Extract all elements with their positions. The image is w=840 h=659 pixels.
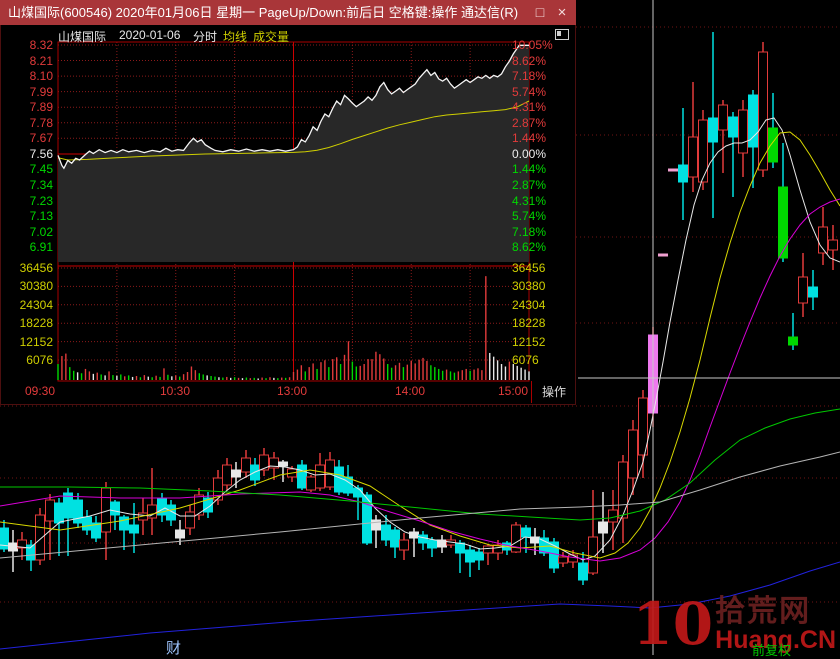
chart-date: 2020-01-06 <box>119 28 180 42</box>
stock-name: 山煤国际 <box>58 28 106 45</box>
percent-axis-label: 1.44% <box>508 163 576 175</box>
window-titlebar[interactable]: 山煤国际(600546) 2020年01月06日 星期一 PageUp/Down… <box>0 0 576 25</box>
tab-fenshi[interactable]: 分时 <box>193 28 217 45</box>
percent-axis-label: 5.74% <box>508 210 576 222</box>
percent-axis-label: 8.62% <box>508 241 576 253</box>
percent-axis-label: 7.18% <box>508 226 576 238</box>
volume-axis-label: 30380 <box>508 280 576 292</box>
price-axis-label: 7.78 <box>3 117 53 129</box>
price-axis-label: 7.89 <box>3 101 53 113</box>
close-button[interactable]: × <box>552 0 572 25</box>
minimize-button[interactable]: □ <box>530 0 550 25</box>
percent-axis-label: 0.00% <box>508 148 576 160</box>
tab-chengjiaoliang[interactable]: 成交量 <box>253 28 289 45</box>
price-axis-label: 7.02 <box>3 226 53 238</box>
price-axis-label: 7.56 <box>3 148 53 160</box>
price-axis-label: 8.32 <box>3 39 53 51</box>
time-axis-label: 14:00 <box>395 384 425 398</box>
price-axis-label: 7.45 <box>3 163 53 175</box>
watermark: 10 拾荒网 Huang.CN <box>632 597 836 653</box>
volume-axis-label: 6076 <box>3 354 53 366</box>
volume-axis-label: 30380 <box>3 280 53 292</box>
watermark-logo: 10 <box>632 597 713 651</box>
price-axis-label: 7.34 <box>3 179 53 191</box>
volume-axis-label: 18228 <box>508 317 576 329</box>
volume-axis-label: 18228 <box>3 317 53 329</box>
percent-axis-label: 5.74% <box>508 86 576 98</box>
price-adjust-label: 前复权 <box>752 640 791 659</box>
percent-axis-label: 2.87% <box>508 179 576 191</box>
intraday-chart-panel[interactable]: 山煤国际 2020-01-06 分时 均线 成交量 8.32 8.21 8.10 7.… <box>0 25 576 405</box>
price-axis-label: 7.23 <box>3 195 53 207</box>
percent-axis-label: 4.31% <box>508 101 576 113</box>
volume-axis-label: 6076 <box>508 354 576 366</box>
time-axis-label: 10:30 <box>160 384 190 398</box>
percent-axis-label: 2.87% <box>508 117 576 129</box>
price-axis-label: 6.91 <box>3 241 53 253</box>
time-axis-label: 15:00 <box>498 384 528 398</box>
watermark-site-name: 拾荒网 <box>715 597 836 627</box>
price-axis-label: 8.21 <box>3 55 53 67</box>
volume-axis-label: 24304 <box>508 299 576 311</box>
time-axis-label: 13:00 <box>277 384 307 398</box>
price-axis-label: 7.99 <box>3 86 53 98</box>
volume-axis-label: 12152 <box>3 336 53 348</box>
volume-axis-label: 24304 <box>3 299 53 311</box>
volume-axis-label: 36456 <box>508 262 576 274</box>
time-axis-label: 09:30 <box>25 384 55 398</box>
action-button[interactable]: 操作 <box>531 381 576 403</box>
window-title: 山煤国际(600546) 2020年01月06日 星期一 PageUp/Down… <box>8 0 518 25</box>
price-axis-label: 7.13 <box>3 210 53 222</box>
tdx-app: { "window": { "title": "山煤国际(600546) 202… <box>0 0 840 655</box>
percent-axis-label: 1.44% <box>508 132 576 144</box>
intraday-chart[interactable] <box>1 25 575 404</box>
percent-axis-label: 7.18% <box>508 70 576 82</box>
price-axis-label: 7.67 <box>3 132 53 144</box>
percent-axis-label: 8.62% <box>508 55 576 67</box>
percent-axis-label: 4.31% <box>508 195 576 207</box>
tab-junxian[interactable]: 均线 <box>223 28 247 45</box>
price-axis-label: 8.10 <box>3 70 53 82</box>
volume-axis-label: 36456 <box>3 262 53 274</box>
volume-axis-label: 12152 <box>508 336 576 348</box>
intraday-window: 山煤国际(600546) 2020年01月06日 星期一 PageUp/Down… <box>0 0 576 405</box>
percent-axis-label: 10.05% <box>508 39 576 51</box>
